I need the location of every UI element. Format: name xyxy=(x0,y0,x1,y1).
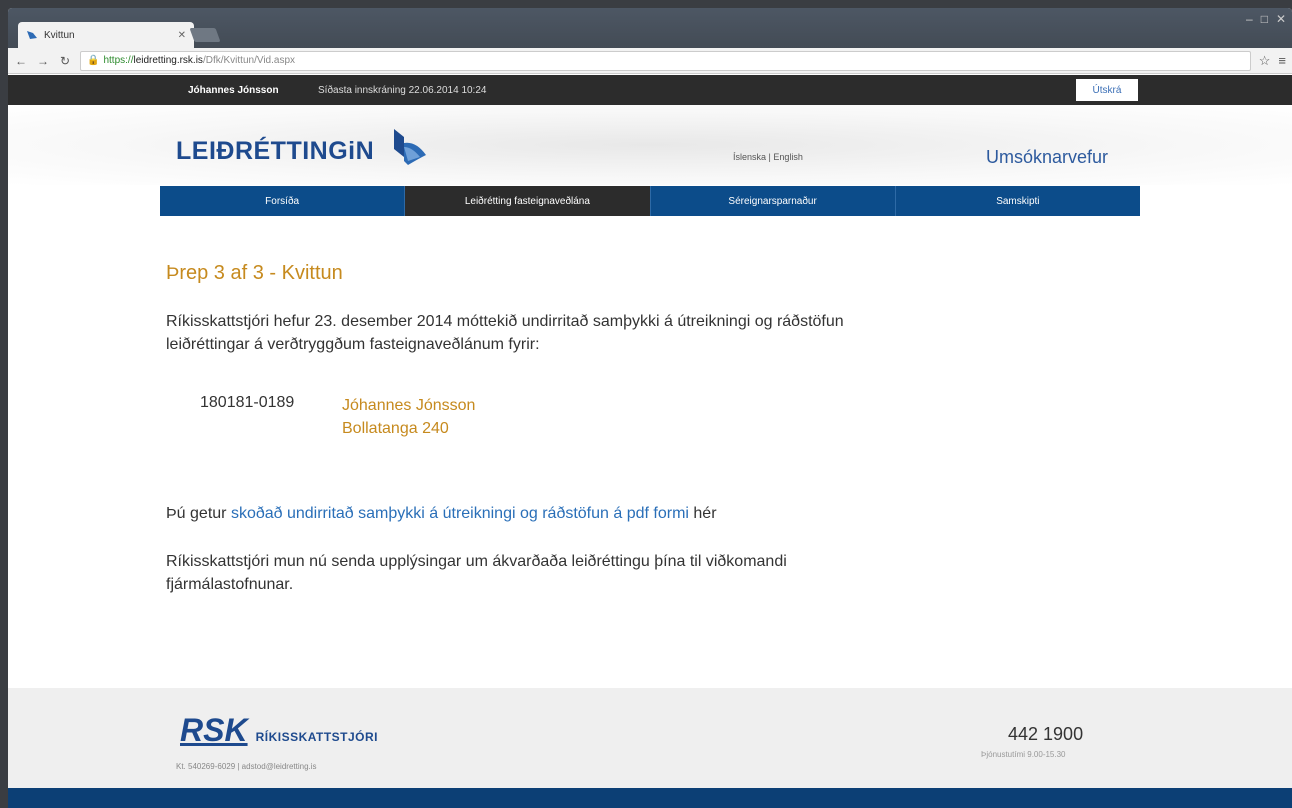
service-hours: Þjónustutími 9.00-15.30 xyxy=(981,750,1066,759)
rsk-abbrev: RSK xyxy=(180,712,248,748)
browser-toolbar: ← → ↻ 🔒 https:// leidretting.rsk.is /Dfk… xyxy=(8,48,1292,74)
person-name: Jóhannes Jónsson xyxy=(342,397,476,414)
tab-title: Kvittun xyxy=(44,29,75,41)
minimize-icon[interactable]: – xyxy=(1246,12,1253,26)
maximize-icon[interactable]: □ xyxy=(1261,12,1268,26)
nav-item-private-pension[interactable]: Séreignarsparnaður xyxy=(651,186,896,216)
pdf-paragraph: Þú getur skoðað undirritað samþykki á út… xyxy=(166,502,1086,525)
bookmark-star-icon[interactable]: ☆ xyxy=(1259,53,1271,69)
footer-bar xyxy=(8,788,1292,808)
nav-item-home[interactable]: Forsíða xyxy=(160,186,406,216)
tab-strip: Kvittun ✕ – □ ✕ xyxy=(8,8,1292,48)
address-bar[interactable]: 🔒 https:// leidretting.rsk.is /Dfk/Kvitt… xyxy=(80,50,1251,71)
flag-logo-icon xyxy=(394,129,426,165)
rsk-name: RÍKISSKATTSTJÓRI xyxy=(255,730,379,744)
back-icon[interactable]: ← xyxy=(14,54,28,68)
pdf-link[interactable]: skoðað undirritað samþykki á útreikningi… xyxy=(231,505,689,522)
site-footer: RSK RÍKISSKATTSTJÓRI Kt. 540269-6029 | a… xyxy=(8,688,1292,788)
intro-line-2: leiðréttingar á verðtryggðum fasteignave… xyxy=(166,336,540,353)
lock-icon: 🔒 xyxy=(87,55,100,66)
pdf-prefix: Þú getur xyxy=(166,505,231,522)
intro-text: Ríkisskattstjóri hefur 23. desember 2014… xyxy=(166,310,1086,356)
tab-close-icon[interactable]: ✕ xyxy=(178,30,186,41)
nav-item-communication[interactable]: Samskipti xyxy=(896,186,1140,216)
user-name: Jóhannes Jónsson xyxy=(188,85,279,96)
pdf-suffix: hér xyxy=(688,505,717,522)
company-info: Kt. 540269-6029 | adstod@leidretting.is xyxy=(176,762,317,771)
phone-number: 442 1900 xyxy=(1008,724,1084,744)
last-login: Síðasta innskráning 22.06.2014 10:24 xyxy=(318,85,487,96)
intro-line-1: Ríkisskattstjóri hefur 23. desember 2014… xyxy=(166,313,844,330)
closing-line-1: Ríkisskattstjóri mun nú senda upplýsinga… xyxy=(166,553,787,570)
main-content: Þrep 3 af 3 - Kvittun Ríkisskattstjóri h… xyxy=(8,216,1292,688)
browser-window: Kvittun ✕ – □ ✕ ← → ↻ 🔒 https:// leidret… xyxy=(8,8,1292,808)
nav-item-mortgage-correction[interactable]: Leiðrétting fasteignaveðlána xyxy=(405,186,651,216)
page-title: Þrep 3 af 3 - Kvittun xyxy=(166,262,343,284)
window-controls: – □ ✕ xyxy=(1246,12,1286,26)
url-scheme: https:// xyxy=(103,55,134,66)
menu-icon[interactable]: ≡ xyxy=(1278,53,1286,68)
rsk-logo[interactable]: RSK RÍKISSKATTSTJÓRI xyxy=(180,712,378,749)
url-host: leidretting.rsk.is xyxy=(133,55,203,66)
main-nav: Forsíða Leiðrétting fasteignaveðlána Sér… xyxy=(160,186,1140,216)
reload-icon[interactable]: ↻ xyxy=(58,54,72,68)
person-address: Bollatanga 240 xyxy=(342,420,449,437)
closing-line-2: fjármálastofnunar. xyxy=(166,576,294,593)
site-header: LEIÐRÉTTINGiN Íslenska | English Umsókna… xyxy=(8,105,1292,185)
language-switch[interactable]: Íslenska | English xyxy=(733,152,803,162)
close-window-icon[interactable]: ✕ xyxy=(1276,12,1286,26)
closing-text: Ríkisskattstjóri mun nú senda upplýsinga… xyxy=(166,550,1086,596)
person-details: Jóhannes Jónsson Bollatanga 240 xyxy=(342,394,475,440)
site-logo[interactable]: LEIÐRÉTTINGiN xyxy=(176,137,374,166)
forward-icon[interactable]: → xyxy=(36,54,50,68)
user-bar: Jóhannes Jónsson Síðasta innskráning 22.… xyxy=(8,75,1292,105)
favicon-icon xyxy=(27,31,37,39)
new-tab-button[interactable] xyxy=(189,28,221,42)
portal-title: Umsóknarvefur xyxy=(986,147,1109,167)
kennitala: 180181-0189 xyxy=(200,394,295,411)
url-path: /Dfk/Kvittun/Vid.aspx xyxy=(202,55,296,66)
browser-tab[interactable]: Kvittun ✕ xyxy=(18,22,194,48)
logout-button[interactable]: Útskrá xyxy=(1076,79,1138,101)
